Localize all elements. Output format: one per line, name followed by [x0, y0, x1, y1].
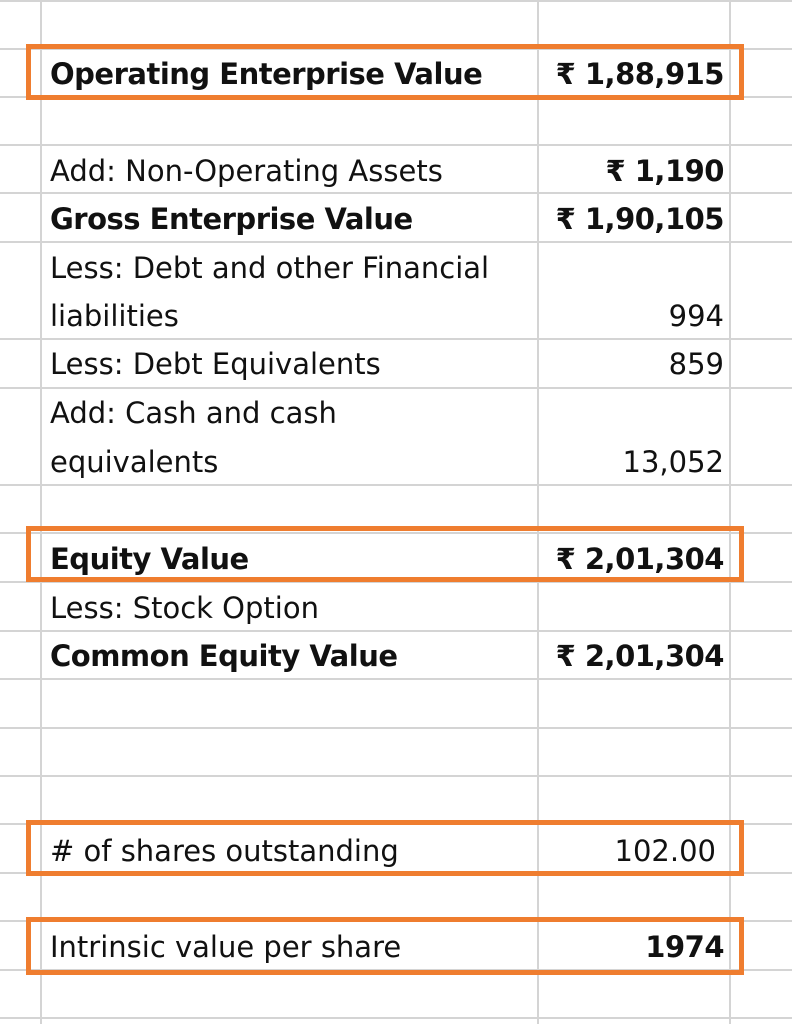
highlight-operating-enterprise-value: [26, 44, 744, 100]
debt-cell[interactable]: 994: [542, 292, 724, 340]
grid-row-line: [0, 0, 792, 2]
cash-label-line2[interactable]: equivalents: [50, 438, 536, 486]
gross-enterprise-value-cell[interactable]: ₹ 1,90,105: [542, 195, 724, 243]
grid-row-line: [0, 144, 792, 146]
common-equity-value-cell[interactable]: ₹ 2,01,304: [542, 632, 724, 680]
spreadsheet: Operating Enterprise Value ₹ 1,88,915 Ad…: [0, 0, 792, 1024]
cash-label-line1[interactable]: Add: Cash and cash: [50, 389, 536, 437]
gross-enterprise-value-label[interactable]: Gross Enterprise Value: [50, 195, 536, 243]
common-equity-value-label[interactable]: Common Equity Value: [50, 632, 536, 680]
grid-row-line: [0, 1017, 792, 1019]
highlight-equity-value: [26, 526, 744, 582]
non-operating-assets-label[interactable]: Add: Non-Operating Assets: [50, 147, 536, 195]
grid-row-line: [0, 775, 792, 777]
debt-label-line1[interactable]: Less: Debt and other Financial: [50, 244, 536, 292]
stock-option-label[interactable]: Less: Stock Option: [50, 584, 536, 632]
highlight-intrinsic-value: [26, 917, 744, 975]
non-operating-assets-cell[interactable]: ₹ 1,190: [542, 147, 724, 195]
cash-cell[interactable]: 13,052: [542, 438, 724, 486]
debt-equivalents-cell[interactable]: 859: [542, 340, 724, 388]
debt-equivalents-label[interactable]: Less: Debt Equivalents: [50, 340, 536, 388]
grid-row-line: [0, 727, 792, 729]
stock-option-cell[interactable]: [542, 584, 724, 632]
debt-label-line2[interactable]: liabilities: [50, 292, 536, 340]
highlight-shares-outstanding: [26, 820, 744, 876]
